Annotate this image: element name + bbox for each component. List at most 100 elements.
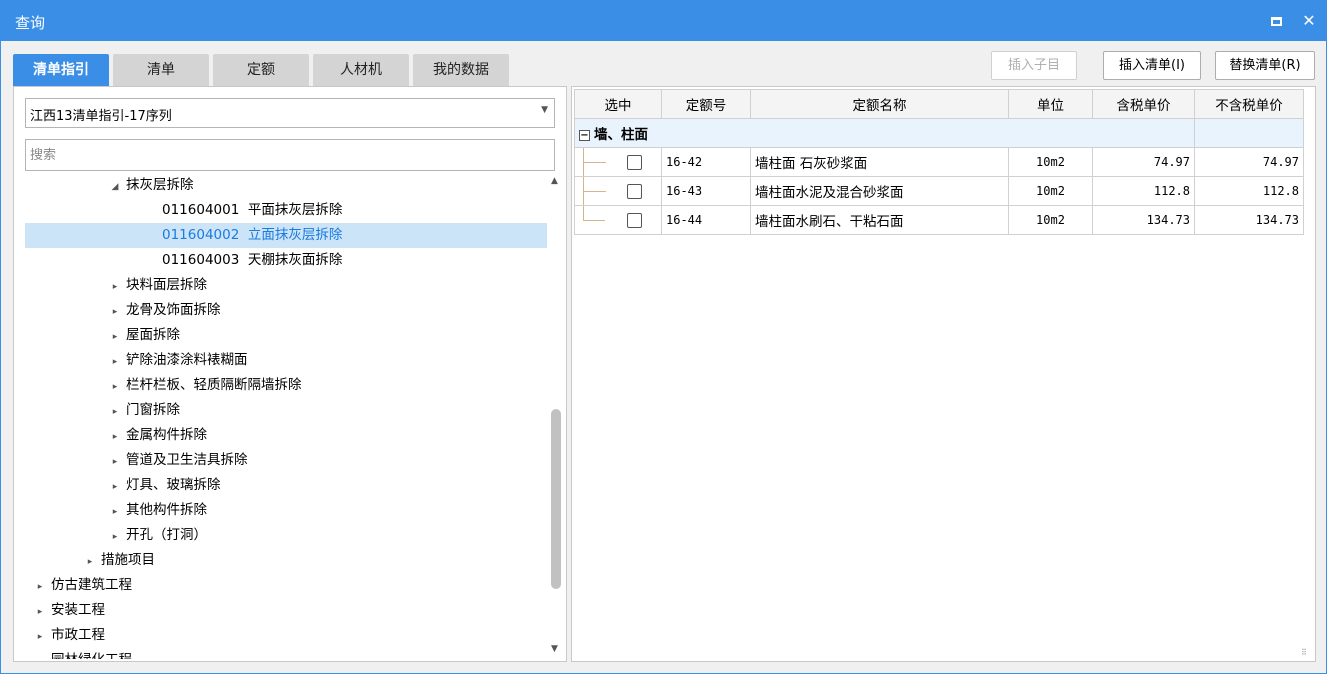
tree-expand-icon[interactable]: ▸ bbox=[33, 575, 47, 600]
scroll-thumb[interactable] bbox=[551, 409, 561, 589]
unit-cell: 10m2 bbox=[1008, 176, 1093, 206]
col-header-price-with-tax[interactable]: 含税单价 bbox=[1092, 89, 1195, 119]
tree-expand-icon[interactable]: ▸ bbox=[108, 350, 122, 375]
table-row[interactable]: 16-44 墙柱面水刷石、干粘石面 10m2 134.73 134.73 bbox=[574, 205, 1304, 235]
tab-list-guide[interactable]: 清单指引 bbox=[13, 54, 109, 86]
title-bar: 查询 ✕ bbox=[1, 1, 1326, 41]
tree-item-label: 园林绿化工程 bbox=[51, 652, 132, 659]
tree-item[interactable]: ▸ 铲除油漆涂料裱糊面 bbox=[25, 348, 547, 373]
tree-item-label: 011604003 天棚抹灰面拆除 bbox=[162, 252, 343, 268]
chevron-down-icon: ▼ bbox=[541, 105, 548, 115]
close-button[interactable]: ✕ bbox=[1298, 10, 1320, 32]
tree-item-label: 仿古建筑工程 bbox=[51, 577, 132, 593]
tree-item[interactable]: 011604003 天棚抹灰面拆除 bbox=[25, 248, 547, 273]
resize-grip-icon[interactable]: ⠿ bbox=[1301, 648, 1311, 658]
collapse-icon[interactable]: − bbox=[579, 129, 590, 141]
tree-expand-icon[interactable]: ▸ bbox=[108, 450, 122, 475]
quota-code-cell: 16-42 bbox=[661, 147, 751, 177]
insert-child-button[interactable]: 插入子目 bbox=[991, 51, 1077, 80]
tab-list[interactable]: 清单 bbox=[113, 54, 209, 86]
tree-item[interactable]: ▸ 金属构件拆除 bbox=[25, 423, 547, 448]
close-icon: ✕ bbox=[1302, 11, 1316, 30]
tree-item-label: 铲除油漆涂料裱糊面 bbox=[126, 352, 248, 368]
scroll-down-icon[interactable]: ▼ bbox=[551, 644, 558, 660]
tree-expand-icon[interactable]: ▸ bbox=[33, 625, 47, 650]
tree-item[interactable]: ▸ 其他构件拆除 bbox=[25, 498, 547, 523]
table-row[interactable]: 16-42 墙柱面 石灰砂浆面 10m2 74.97 74.97 bbox=[574, 147, 1304, 177]
tree-item[interactable]: ▸ 灯具、玻璃拆除 bbox=[25, 473, 547, 498]
tree-expand-icon[interactable]: ▸ bbox=[108, 325, 122, 350]
replace-list-button[interactable]: 替换清单(R) bbox=[1215, 51, 1315, 80]
tree-expand-icon[interactable]: ▸ bbox=[108, 400, 122, 425]
tree-item-label: 市政工程 bbox=[51, 627, 105, 643]
tree-item[interactable]: 011604001 平面抹灰层拆除 bbox=[25, 198, 547, 223]
quota-grid-panel: 选中 定额号 定额名称 单位 含税单价 不含税单价 − 墙、柱面 16-42 墙… bbox=[571, 86, 1316, 662]
tree-item-label: 金属构件拆除 bbox=[126, 427, 207, 443]
col-header-quota-code[interactable]: 定额号 bbox=[661, 89, 751, 119]
row-checkbox[interactable] bbox=[627, 184, 642, 199]
unit-cell: 10m2 bbox=[1008, 147, 1093, 177]
tree-item[interactable]: ▸ 市政工程 bbox=[25, 623, 547, 648]
guide-library-select[interactable]: 江西13清单指引-17序列 ▼ bbox=[25, 98, 555, 128]
table-header-row: 选中 定额号 定额名称 单位 含税单价 不含税单价 bbox=[574, 89, 1304, 119]
row-checkbox[interactable] bbox=[627, 155, 642, 170]
scroll-up-icon[interactable]: ▲ bbox=[551, 176, 558, 186]
tree-expand-icon[interactable]: ▸ bbox=[83, 550, 97, 575]
tree-expand-icon[interactable]: ▸ bbox=[108, 425, 122, 450]
group-empty-cell bbox=[1194, 118, 1304, 148]
maximize-button[interactable] bbox=[1265, 10, 1287, 32]
select-cell bbox=[574, 147, 662, 177]
tree-item[interactable]: ▸ 栏杆栏板、轻质隔断隔墙拆除 bbox=[25, 373, 547, 398]
guide-library-value: 江西13清单指引-17序列 bbox=[30, 109, 172, 124]
search-input[interactable] bbox=[25, 139, 555, 171]
price-with-tax-cell: 74.97 bbox=[1092, 147, 1195, 177]
tree-item[interactable]: ▸ 门窗拆除 bbox=[25, 398, 547, 423]
tree-item[interactable]: ▸ 安装工程 bbox=[25, 598, 547, 623]
tree-item[interactable]: ▸ 管道及卫生洁具拆除 bbox=[25, 448, 547, 473]
tree-item[interactable]: ▸ 屋面拆除 bbox=[25, 323, 547, 348]
tree-item[interactable]: ▸ 龙骨及饰面拆除 bbox=[25, 298, 547, 323]
col-header-selected[interactable]: 选中 bbox=[574, 89, 662, 119]
price-with-tax-cell: 112.8 bbox=[1092, 176, 1195, 206]
tree-expand-icon[interactable]: ▸ bbox=[33, 650, 47, 659]
tree-expand-icon[interactable]: ▸ bbox=[108, 300, 122, 325]
table-row[interactable]: 16-43 墙柱面水泥及混合砂浆面 10m2 112.8 112.8 bbox=[574, 176, 1304, 206]
guide-tree: ◢ 抹灰层拆除 011604001 平面抹灰层拆除 011604002 立面抹灰层拆除… bbox=[25, 177, 547, 659]
tree-expand-icon[interactable]: ▸ bbox=[108, 375, 122, 400]
col-header-unit[interactable]: 单位 bbox=[1008, 89, 1093, 119]
tree-item[interactable]: ▸ 仿古建筑工程 bbox=[25, 573, 547, 598]
tab-my-data[interactable]: 我的数据 bbox=[413, 54, 509, 86]
tree-expand-icon[interactable]: ▸ bbox=[108, 475, 122, 500]
group-row[interactable]: − 墙、柱面 bbox=[574, 118, 1304, 148]
tree-expand-icon[interactable]: ▸ bbox=[33, 600, 47, 625]
tree-connector bbox=[583, 206, 605, 221]
quota-name-cell: 墙柱面水刷石、干粘石面 bbox=[750, 205, 1009, 235]
quota-code-cell: 16-44 bbox=[661, 205, 751, 235]
tree-item-label: 门窗拆除 bbox=[126, 402, 180, 418]
tree-item-label: 栏杆栏板、轻质隔断隔墙拆除 bbox=[126, 377, 302, 393]
insert-list-button[interactable]: 插入清单(I) bbox=[1103, 51, 1201, 80]
tree-scrollbar[interactable]: ▲ ▼ bbox=[549, 174, 563, 662]
tree-item[interactable]: ◢ 抹灰层拆除 bbox=[25, 177, 547, 198]
select-cell bbox=[574, 176, 662, 206]
group-label: 墙、柱面 bbox=[594, 127, 648, 143]
tree-expand-icon[interactable]: ▸ bbox=[108, 500, 122, 525]
unit-cell: 10m2 bbox=[1008, 205, 1093, 235]
tree-expand-icon[interactable]: ▸ bbox=[108, 525, 122, 550]
col-header-price-without-tax[interactable]: 不含税单价 bbox=[1194, 89, 1304, 119]
tree-item[interactable]: ▸ 块料面层拆除 bbox=[25, 273, 547, 298]
tab-labor-material-machine[interactable]: 人材机 bbox=[313, 54, 409, 86]
tree-collapse-icon[interactable]: ◢ bbox=[108, 177, 122, 200]
tree-expand-icon[interactable]: ▸ bbox=[108, 275, 122, 300]
tree-connector bbox=[583, 148, 606, 176]
tree-item[interactable]: ▸ 措施项目 bbox=[25, 548, 547, 573]
tree-item-label: 块料面层拆除 bbox=[126, 277, 207, 293]
col-header-quota-name[interactable]: 定额名称 bbox=[750, 89, 1009, 119]
tab-quota[interactable]: 定额 bbox=[213, 54, 309, 86]
tree-item[interactable]: ▸ 园林绿化工程 bbox=[25, 648, 547, 659]
tree-item[interactable]: ▸ 开孔（打洞） bbox=[25, 523, 547, 548]
tree-item[interactable]: 011604002 立面抹灰层拆除 bbox=[25, 223, 547, 248]
row-checkbox[interactable] bbox=[627, 213, 642, 228]
query-dialog: 查询 ✕ 清单指引 清单 定额 人材机 我的数据 插入子目 插入清单(I) 替换… bbox=[0, 0, 1327, 674]
quota-name-cell: 墙柱面 石灰砂浆面 bbox=[750, 147, 1009, 177]
